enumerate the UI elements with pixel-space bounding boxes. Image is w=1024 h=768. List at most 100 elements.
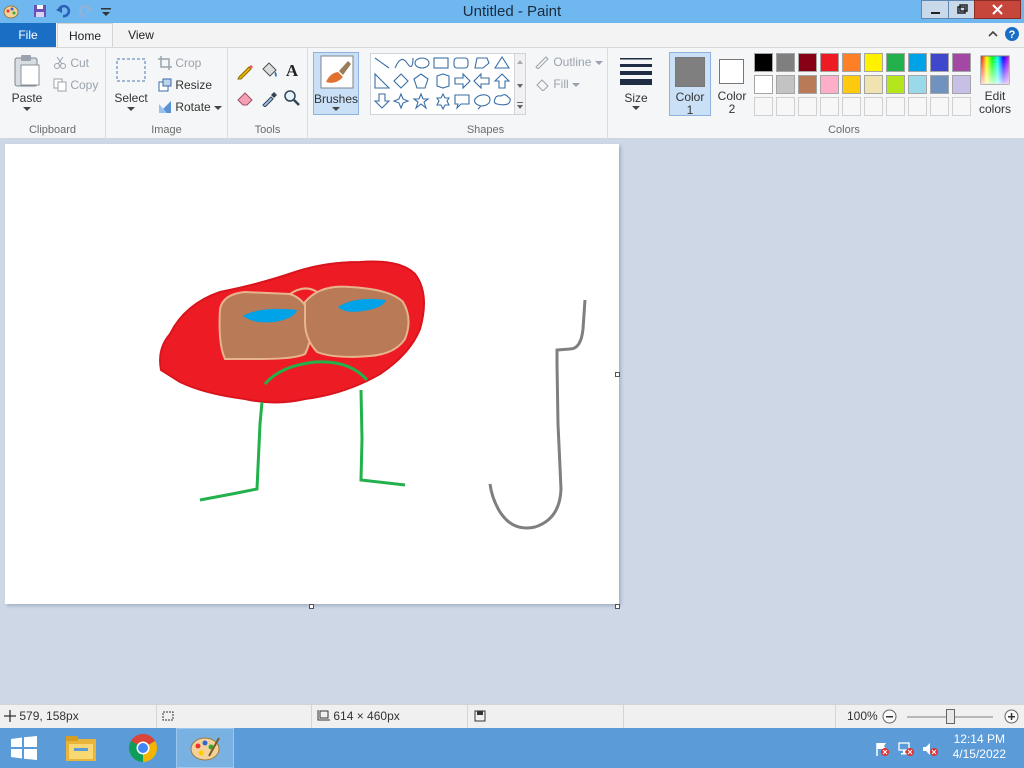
palette-color-ed1c24[interactable]	[820, 53, 839, 72]
close-button[interactable]	[974, 0, 1021, 19]
palette-color-7f7f7f[interactable]	[776, 53, 795, 72]
taskbar-paint[interactable]	[176, 728, 234, 768]
shapes-gallery	[370, 53, 524, 115]
custom-color-slot[interactable]	[886, 97, 905, 116]
rotate-dropdown-icon[interactable]	[214, 105, 223, 111]
palette-color-ffaec9[interactable]	[820, 75, 839, 94]
palette-color-000000[interactable]	[754, 53, 773, 72]
selection-icon	[116, 58, 146, 82]
paste-dropdown-icon[interactable]	[23, 106, 31, 112]
custom-color-slot[interactable]	[952, 97, 971, 116]
restore-button[interactable]	[948, 0, 975, 19]
color2-button[interactable]: Color 2	[712, 52, 752, 116]
size-button[interactable]: Size	[613, 52, 659, 115]
palette-color-ffffff[interactable]	[754, 75, 773, 94]
palette-color-fff200[interactable]	[864, 53, 883, 72]
diamond-shape-icon	[393, 73, 409, 89]
rectangle-shape-icon	[433, 57, 449, 69]
palette-color-22b14c[interactable]	[886, 53, 905, 72]
tab-file[interactable]: File	[0, 23, 56, 47]
minimize-ribbon-icon[interactable]	[986, 27, 1000, 41]
color-picker-icon[interactable]	[260, 89, 278, 107]
custom-color-slot[interactable]	[930, 97, 949, 116]
brushes-button[interactable]: Brushes	[313, 52, 359, 115]
custom-color-slot[interactable]	[842, 97, 861, 116]
palette-color-c3c3c3[interactable]	[776, 75, 795, 94]
taskbar-file-explorer[interactable]	[56, 728, 106, 768]
custom-color-slot[interactable]	[820, 97, 839, 116]
clock-date: 4/15/2022	[952, 747, 1006, 761]
colors-group-label: Colors	[828, 124, 860, 136]
title-bar: Untitled - Paint	[0, 0, 1024, 23]
resize-label: Resize	[175, 78, 213, 92]
outline-button[interactable]: Outline	[534, 53, 603, 71]
select-dropdown-icon[interactable]	[127, 106, 135, 112]
action-center-flag-icon[interactable]	[874, 741, 890, 757]
rotate-icon	[159, 101, 171, 113]
custom-color-slot[interactable]	[864, 97, 883, 116]
up-arrow-shape-icon	[493, 73, 511, 89]
volume-muted-icon[interactable]	[922, 741, 938, 757]
palette-color-3f48cc[interactable]	[930, 53, 949, 72]
zoom-out-icon[interactable]	[882, 709, 897, 724]
ribbon-tabs: File Home View ?	[0, 23, 1024, 48]
resize-handle-corner[interactable]	[615, 604, 620, 609]
resize-handle-bottom[interactable]	[309, 604, 314, 609]
crosshair-icon	[4, 710, 16, 722]
size-dropdown-icon[interactable]	[632, 105, 640, 111]
taskbar-chrome[interactable]	[118, 728, 168, 768]
palette-color-7092be[interactable]	[930, 75, 949, 94]
custom-color-slot[interactable]	[798, 97, 817, 116]
zoom-level: 100%	[847, 709, 878, 723]
custom-color-slot[interactable]	[776, 97, 795, 116]
paste-button[interactable]: Paste	[6, 52, 48, 116]
fill-bucket-icon[interactable]	[259, 60, 279, 80]
minimize-button[interactable]	[921, 0, 949, 19]
palette-color-880015[interactable]	[798, 53, 817, 72]
crop-button[interactable]: Crop	[158, 54, 201, 72]
zoom-in-icon[interactable]	[1004, 709, 1019, 724]
custom-color-slot[interactable]	[908, 97, 927, 116]
color1-button[interactable]: Color 1	[669, 52, 711, 117]
palette-color-ff7f27[interactable]	[842, 53, 861, 72]
drawing-canvas[interactable]	[5, 144, 619, 604]
selection-size	[157, 705, 312, 728]
zoom-slider-thumb[interactable]	[946, 709, 955, 724]
start-button[interactable]	[0, 728, 48, 768]
network-icon[interactable]	[898, 741, 914, 757]
status-spacer	[624, 705, 836, 728]
palette-color-99d9ea[interactable]	[908, 75, 927, 94]
shapes-scrollbar[interactable]	[514, 53, 526, 115]
palette-color-ffc90e[interactable]	[842, 75, 861, 94]
cut-button[interactable]: Cut	[53, 54, 89, 72]
copy-icon	[53, 78, 67, 92]
palette-color-b5e61d[interactable]	[886, 75, 905, 94]
color2-swatch	[719, 59, 744, 84]
magnifier-icon[interactable]	[283, 89, 301, 107]
fill-button[interactable]: Fill	[534, 75, 581, 93]
resize-handle-right[interactable]	[615, 372, 620, 377]
tab-view[interactable]: View	[116, 23, 166, 48]
crop-icon	[158, 56, 172, 70]
text-tool-icon[interactable]: A	[283, 61, 301, 79]
eraser-icon[interactable]	[236, 89, 254, 107]
palette-color-c8bfe7[interactable]	[952, 75, 971, 94]
brushes-dropdown-icon[interactable]	[332, 106, 340, 112]
copy-button[interactable]: Copy	[53, 76, 98, 94]
system-clock[interactable]: 12:14 PM 4/15/2022	[953, 732, 1006, 762]
rotate-button[interactable]: Rotate	[158, 98, 223, 116]
help-icon[interactable]: ?	[1004, 26, 1020, 42]
oval-shape-icon	[414, 57, 430, 69]
edit-colors-button[interactable]: Edit colors	[975, 52, 1015, 116]
palette-color-efe4b0[interactable]	[864, 75, 883, 94]
palette-color-b97a57[interactable]	[798, 75, 817, 94]
right-triangle-shape-icon	[374, 72, 391, 89]
palette-color-00a2e8[interactable]	[908, 53, 927, 72]
select-button[interactable]: Select	[111, 52, 151, 116]
resize-button[interactable]: Resize	[158, 76, 212, 94]
copy-label: Copy	[70, 78, 99, 92]
tab-home[interactable]: Home	[57, 23, 113, 48]
custom-color-slot[interactable]	[754, 97, 773, 116]
pencil-icon[interactable]	[236, 62, 254, 80]
palette-color-a349a4[interactable]	[952, 53, 971, 72]
